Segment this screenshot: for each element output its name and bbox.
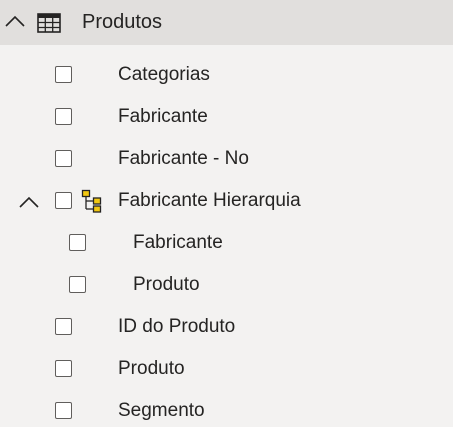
field-row-id-do-produto[interactable]: ID do Produto	[0, 307, 453, 349]
hierarchy-level-fabricante[interactable]: Fabricante	[0, 223, 453, 265]
field-checkbox[interactable]	[55, 402, 72, 419]
table-header-produtos[interactable]: Produtos	[0, 0, 453, 45]
chevron-up-icon[interactable]	[4, 14, 26, 28]
hierarchy-label: Fabricante Hierarquia	[118, 190, 301, 211]
field-row-segmento[interactable]: Segmento	[0, 391, 453, 427]
field-checkbox[interactable]	[55, 318, 72, 335]
hierarchy-checkbox[interactable]	[55, 192, 72, 209]
hierarchy-level-produto[interactable]: Produto	[0, 265, 453, 307]
field-label: ID do Produto	[118, 316, 236, 337]
chevron-up-icon[interactable]	[18, 195, 40, 209]
field-label: Produto	[118, 358, 185, 379]
field-row-categorias[interactable]: Categorias	[0, 55, 453, 97]
table-icon	[37, 13, 61, 33]
field-checkbox[interactable]	[55, 108, 72, 125]
field-row-fabricante[interactable]: Fabricante	[0, 97, 453, 139]
hierarchy-level-checkbox[interactable]	[69, 234, 86, 251]
field-row-produto[interactable]: Produto	[0, 349, 453, 391]
field-checkbox[interactable]	[55, 66, 72, 83]
field-row-fabricante-no[interactable]: Fabricante - No	[0, 139, 453, 181]
field-label: Fabricante - No	[118, 148, 249, 169]
hierarchy-icon	[81, 189, 102, 213]
field-label: Fabricante	[118, 106, 208, 127]
table-name: Produtos	[82, 11, 163, 33]
field-checkbox[interactable]	[55, 360, 72, 377]
hierarchy-level-label: Fabricante	[133, 232, 223, 253]
hierarchy-level-checkbox[interactable]	[69, 276, 86, 293]
field-checkbox[interactable]	[55, 150, 72, 167]
field-label: Categorias	[118, 64, 210, 85]
hierarchy-level-label: Produto	[133, 274, 200, 295]
field-label: Segmento	[118, 400, 205, 421]
hierarchy-row-fabricante-hierarquia[interactable]: Fabricante Hierarquia	[0, 181, 453, 223]
